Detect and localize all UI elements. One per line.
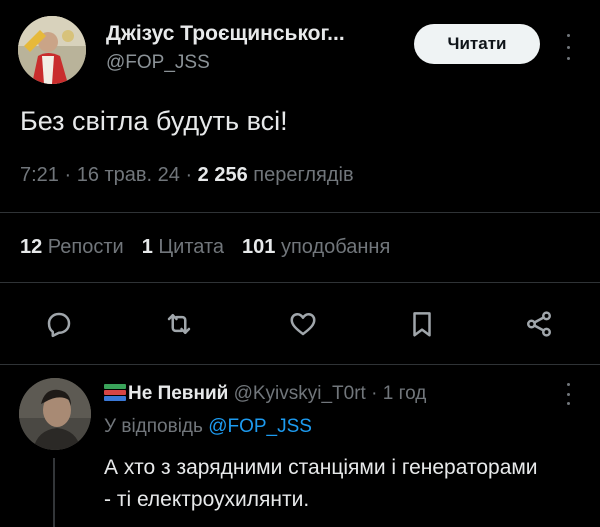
likes-stat[interactable]: 101 уподобання — [242, 236, 390, 258]
divider — [0, 282, 600, 283]
tweet-timestamp[interactable]: 7:21 · 16 трав. 24 · — [20, 164, 198, 186]
share-button[interactable] — [521, 306, 557, 342]
author-avatar[interactable] — [18, 16, 86, 84]
like-button[interactable] — [285, 306, 321, 342]
quotes-label: Цитата — [152, 236, 225, 258]
replying-to-label: У відповідь — [104, 416, 209, 437]
likes-count: 101 — [242, 236, 276, 258]
follow-button[interactable]: Читати — [414, 24, 540, 64]
reply-text: А хто з зарядними станціями і генератора… — [104, 456, 538, 511]
tweet-meta: 7:21 · 16 трав. 24 · 2 256 переглядів — [20, 164, 354, 187]
reposts-label: Репости — [42, 236, 124, 258]
heart-icon — [290, 313, 316, 336]
tweet-text: Без світла будуть всі! — [20, 106, 288, 136]
views-label: переглядів — [247, 164, 354, 186]
reply-author-name[interactable]: Не Певний — [128, 383, 228, 404]
replying-to: У відповідь @FOP_JSS — [104, 416, 312, 438]
books-emoji-icon — [104, 384, 126, 401]
reply-more-options-icon[interactable] — [561, 383, 575, 405]
reposts-stat[interactable]: 12 Репости — [20, 236, 124, 258]
action-bar — [0, 306, 600, 342]
author-handle[interactable]: @FOP_JSS — [106, 52, 210, 74]
replying-to-handle[interactable]: @FOP_JSS — [208, 416, 312, 437]
reply-button[interactable] — [41, 306, 77, 342]
quotes-stat[interactable]: 1 Цитата — [142, 236, 224, 258]
views-count: 2 256 — [197, 164, 248, 186]
more-options-icon[interactable] — [561, 34, 575, 60]
reply-time[interactable]: · 1 год — [366, 383, 426, 404]
reposts-count: 12 — [20, 236, 43, 258]
repost-icon — [167, 314, 191, 334]
likes-label: уподобання — [275, 236, 391, 258]
thread-line — [53, 458, 55, 527]
repost-button[interactable] — [161, 306, 197, 342]
bookmark-icon — [413, 312, 431, 337]
divider — [0, 364, 600, 365]
reply-icon — [47, 312, 71, 338]
reply-author-handle[interactable]: @Kyivskyi_T0rt — [228, 383, 366, 404]
quotes-count: 1 — [141, 236, 153, 258]
share-icon — [527, 311, 551, 337]
bookmark-button[interactable] — [404, 306, 440, 342]
reply-header: Не Певний @Kyivskyi_T0rt · 1 год — [104, 383, 426, 405]
engagement-stats: 12 Репости 1 Цитата 101 уподобання — [20, 236, 390, 259]
divider — [0, 212, 600, 213]
author-name[interactable]: Джізус Троєщинськог... — [106, 22, 345, 46]
reply-author-avatar[interactable] — [19, 378, 91, 450]
